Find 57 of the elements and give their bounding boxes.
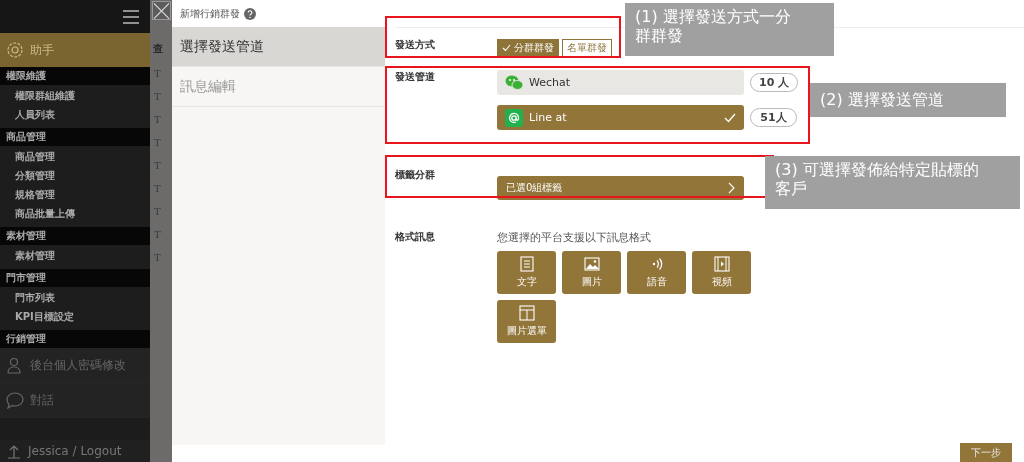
sidebar-item[interactable]: 人員列表 [0,105,150,124]
sidebar-section-title: 商品管理 [0,128,150,146]
field-label: 發送管道 [395,70,436,84]
check-icon [502,44,511,52]
field-label: 格式訊息 [395,230,436,244]
chat-bubble-icon [6,391,24,409]
close-icon [153,1,170,20]
document-icon [518,256,535,272]
step-tab[interactable]: 選擇發送管道 [172,27,385,67]
format-option[interactable]: 文字 [497,251,556,294]
sidebar-section-title: 權限維護 [0,67,150,85]
settings-icon [6,41,24,59]
field-label: 發送方式 [395,38,436,52]
wechat-icon [505,73,523,92]
format-option[interactable]: 圖片選單 [497,300,556,343]
hint-text: 您選擇的平台支援以下訊息格式 [497,230,652,245]
sidebar-section-title: 行銷管理 [0,330,150,348]
layout-icon [518,305,535,321]
at-sign-icon [505,108,523,127]
format-option[interactable]: 圖片 [562,251,621,294]
send-method-option[interactable]: 分群群發 [497,39,559,57]
annotation-callout: (2) 選擇發送管道 [810,83,1006,117]
dialog-title: 新增行銷群發 [180,6,240,21]
logout-link[interactable]: Jessica / Logout [0,440,150,462]
annotation-callout: (3) 可選擇發佈給特定貼標的客戶 [765,156,1020,209]
menu-icon [122,8,140,25]
film-icon [713,256,730,272]
upload-icon [6,443,22,459]
help-icon [244,7,256,20]
field-label: 標籤分群 [395,168,436,182]
check-icon [724,112,736,123]
sidebar-section-title: 素材管理 [0,227,150,245]
sidebar-item[interactable]: 素材管理 [0,246,150,265]
channel-option[interactable]: Line at [497,105,744,130]
sidebar-item[interactable]: 商品批量上傳 [0,204,150,223]
format-option[interactable]: 語音 [627,251,686,294]
sidebar-item[interactable]: 規格管理 [0,185,150,204]
next-button[interactable]: 下一步 [960,443,1012,462]
format-option[interactable]: 視頻 [692,251,751,294]
sidebar-section-title: 門市管理 [0,269,150,287]
sidebar-item[interactable]: 權限群組維護 [0,86,150,105]
sidebar-item[interactable]: 助手 [0,33,150,67]
sidebar-item[interactable]: 後台個人密碼修改 [0,348,150,383]
tag-select-button[interactable]: 已選0組標籤 [497,176,744,200]
annotation-callout: (1) 選擇發送方式一分群群發 [625,3,834,56]
users-icon [6,356,24,374]
page-heading: 查 [152,42,163,56]
sidebar-item[interactable]: 分類管理 [0,166,150,185]
sidebar-item[interactable]: 商品管理 [0,147,150,166]
send-method-option[interactable]: 名單群發 [562,39,612,57]
close-button[interactable] [152,1,171,20]
sidebar-item[interactable]: KPI目標設定 [0,307,150,326]
image-icon [583,256,600,272]
step-tab[interactable]: 訊息編輯 [172,67,385,107]
sidebar-item[interactable]: 門市列表 [0,288,150,307]
channel-option[interactable]: Wechat [497,70,744,95]
chevron-right-icon [728,182,735,194]
